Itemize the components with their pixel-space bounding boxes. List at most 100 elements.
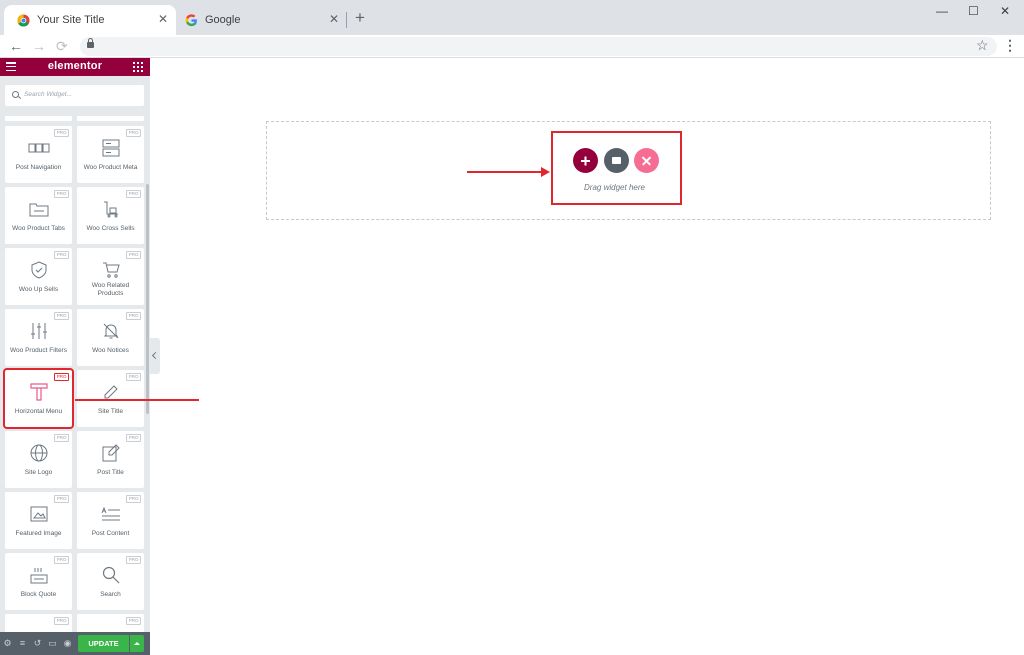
widget-post-title[interactable]: PRO Post Title (77, 431, 144, 488)
widget-card[interactable]: PRO (77, 614, 144, 634)
widget-card[interactable]: PRO (5, 614, 72, 634)
collapse-panel-button[interactable] (150, 338, 160, 374)
browser-menu-icon[interactable]: ⋮ (1003, 36, 1017, 54)
widget-block-quote[interactable]: PRO Block Quote (5, 553, 72, 610)
pro-badge: PRO (54, 129, 69, 137)
new-tab-button[interactable]: + (355, 9, 365, 26)
widget-label: Block Quote (20, 591, 57, 598)
preview-eye-icon[interactable]: ◉ (63, 638, 72, 648)
pro-badge: PRO (54, 251, 69, 259)
elementor-panel: elementor Search Widget... PRO Post Navi… (0, 58, 150, 655)
reload-button[interactable]: ⟳ (56, 38, 68, 54)
pro-badge: PRO (54, 617, 69, 625)
widget-post-navigation[interactable]: PRO Post Navigation (5, 126, 72, 183)
google-icon (184, 13, 198, 27)
panel-scrollbar[interactable] (146, 184, 149, 414)
widget-woo-up-sells[interactable]: PRO Woo Up Sells (5, 248, 72, 305)
add-template-button[interactable] (604, 148, 629, 173)
annotation-arrow (467, 167, 550, 177)
pro-badge: PRO (126, 617, 141, 625)
navigator-icon[interactable]: ≡ (18, 638, 27, 648)
settings-icon[interactable]: ⚙ (3, 638, 12, 648)
product-meta-icon (77, 138, 144, 158)
widget-label: Site Title (98, 408, 123, 415)
back-button[interactable]: ← (9, 38, 23, 54)
widget-label: Featured Image (15, 530, 62, 537)
elementskit-template-button[interactable] (634, 148, 659, 173)
pro-badge: PRO (126, 373, 141, 381)
widget-label: Woo Notices (92, 347, 129, 354)
widget-label: Woo Related Products (91, 282, 130, 297)
widget-label: Post Navigation (15, 164, 62, 171)
search-widget-icon (77, 565, 144, 585)
history-icon[interactable]: ↺ (33, 638, 42, 648)
widget-label: Search (100, 591, 121, 598)
close-tab-icon[interactable]: ✕ (158, 13, 168, 25)
forward-button[interactable]: → (32, 38, 46, 54)
pro-badge: PRO (126, 129, 141, 137)
pro-badge: PRO (54, 495, 69, 503)
widget-label: Woo Up Sells (18, 286, 59, 293)
minimize-button[interactable]: — (936, 5, 948, 17)
post-title-icon (77, 443, 144, 463)
widget-site-logo[interactable]: PRO Site Logo (5, 431, 72, 488)
annotation-line (75, 399, 199, 401)
pro-badge: PRO (126, 312, 141, 320)
widget-woo-product-meta[interactable]: PRO Woo Product Meta (77, 126, 144, 183)
widget-woo-product-tabs[interactable]: PRO Woo Product Tabs (5, 187, 72, 244)
widget-search[interactable]: PRO Search (77, 553, 144, 610)
tab-your-site-title[interactable]: Your Site Title ✕ (4, 5, 176, 35)
chrome-icon (16, 13, 30, 27)
site-logo-icon (5, 443, 72, 463)
horizontal-menu-icon (5, 382, 72, 402)
notices-icon (77, 321, 144, 341)
pro-badge: PRO (126, 251, 141, 259)
widget-label: Site Logo (24, 469, 53, 476)
widget-post-content[interactable]: PRO Post Content (77, 492, 144, 549)
search-icon (12, 91, 19, 98)
related-products-icon (77, 260, 144, 280)
address-bar[interactable] (80, 37, 997, 56)
elementor-logo: elementor (47, 60, 103, 72)
panel-header: elementor (0, 58, 150, 76)
add-section-button[interactable] (573, 148, 598, 173)
pro-badge: PRO (126, 495, 141, 503)
widget-label: Woo Product Meta (83, 164, 138, 171)
maximize-button[interactable]: ☐ (968, 5, 979, 17)
featured-image-icon (5, 504, 72, 524)
product-filters-icon (5, 321, 72, 341)
widget-card[interactable] (5, 116, 72, 121)
pro-badge: PRO (54, 556, 69, 564)
search-widget-input[interactable]: Search Widget... (5, 85, 144, 106)
tab-title: Google (205, 14, 241, 26)
widget-label: Woo Product Tabs (12, 225, 65, 232)
widget-woo-related-products[interactable]: PRO Woo Related Products (77, 248, 144, 305)
pro-badge: PRO (126, 434, 141, 442)
browser-toolbar: ← → ⟳ ☆ ⋮ (0, 35, 1024, 58)
widgets-grid-icon[interactable] (133, 62, 143, 72)
widget-horizontal-menu[interactable]: PRO Horizontal Menu (3, 368, 74, 429)
widget-featured-image[interactable]: PRO Featured Image (5, 492, 72, 549)
widget-card[interactable] (77, 116, 144, 121)
close-tab-icon[interactable]: ✕ (329, 13, 339, 25)
widget-label: Woo Product Filters (10, 347, 67, 354)
tab-google[interactable]: Google ✕ (172, 5, 347, 35)
search-placeholder: Search Widget... (24, 91, 72, 98)
cross-sells-icon (77, 199, 144, 219)
chevron-up-icon[interactable] (130, 635, 144, 652)
bookmark-star-icon[interactable]: ☆ (976, 36, 989, 54)
post-content-icon (77, 504, 144, 524)
browser-tab-bar: Your Site Title ✕ Google ✕ + — ☐ ✕ (0, 0, 1024, 35)
post-navigation-icon (5, 138, 72, 158)
widget-woo-product-filters[interactable]: PRO Woo Product Filters (5, 309, 72, 366)
widget-woo-cross-sells[interactable]: PRO Woo Cross Sells (77, 187, 144, 244)
widget-label: Woo Cross Sells (86, 225, 135, 232)
pro-badge: PRO (54, 434, 69, 442)
update-button[interactable]: UPDATE (78, 635, 129, 652)
tab-title: Your Site Title (37, 14, 105, 26)
pro-badge: PRO (126, 556, 141, 564)
close-window-button[interactable]: ✕ (1000, 5, 1010, 17)
widget-woo-notices[interactable]: PRO Woo Notices (77, 309, 144, 366)
widget-label: Horizontal Menu (14, 408, 63, 415)
responsive-mode-icon[interactable]: ▭ (48, 638, 57, 648)
